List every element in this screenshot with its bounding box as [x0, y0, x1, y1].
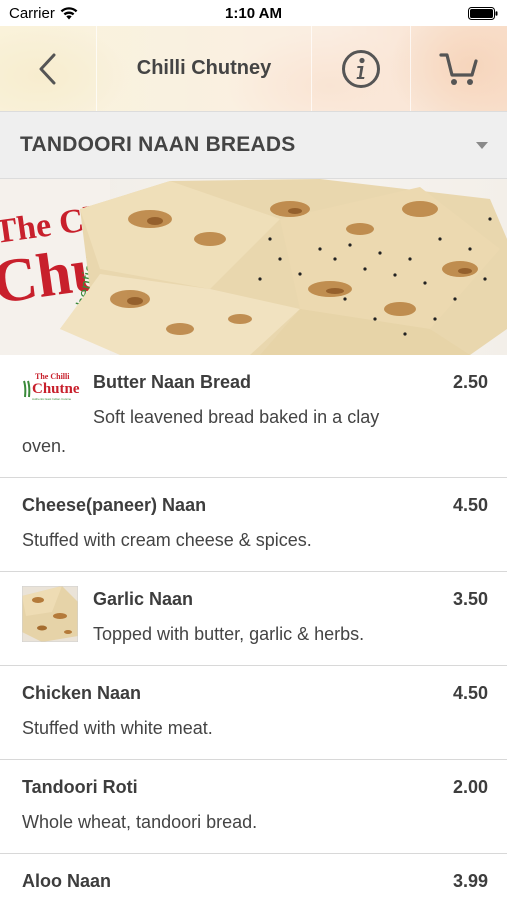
item-thumbnail-photo: [22, 586, 78, 642]
item-description: Stuffed with white meat.: [22, 718, 213, 738]
category-title: TANDOORI NAAN BREADS: [20, 133, 296, 156]
item-name: Garlic Naan: [93, 589, 194, 609]
restaurant-logo: The Chilli Chutne Authentic East Indian …: [23, 372, 80, 401]
item-description: Stuffed with cream cheese & spices.: [22, 530, 312, 550]
category-selector[interactable]: TANDOORI NAAN BREADS: [0, 111, 507, 179]
cart-icon: [439, 52, 478, 85]
menu-item[interactable]: The Chilli Chutne Authentic East Indian …: [0, 355, 507, 478]
menu-item[interactable]: Aloo Naan 3.99: [0, 854, 507, 900]
category-banner-image: The Chilli Chutne Authentic E: [0, 179, 507, 355]
item-price: 4.50: [452, 683, 488, 703]
naan-banner-illustration: The Chilli Chutne Authentic E: [0, 179, 507, 355]
info-button[interactable]: [312, 26, 411, 111]
item-price: 3.50: [452, 589, 488, 609]
thumb-logo-main: Chutne: [32, 381, 80, 397]
page-title: Chilli Chutney: [136, 57, 272, 79]
item-name: Tandoori Roti: [22, 777, 138, 797]
battery-icon: [468, 7, 498, 20]
item-price: 3.99: [452, 871, 488, 891]
item-price: 4.50: [452, 495, 488, 515]
menu-item[interactable]: Chicken Naan 4.50 Stuffed with white mea…: [0, 666, 507, 760]
item-thumbnail-logo: The Chilli Chutne Authentic East Indian …: [22, 369, 82, 403]
item-description: Whole wheat, tandoori bread.: [22, 812, 258, 832]
naan-thumbnail: [22, 586, 78, 642]
item-name: Cheese(paneer) Naan: [22, 495, 207, 515]
info-icon: [342, 49, 380, 88]
item-description-cont: oven.: [22, 436, 67, 456]
item-name: Butter Naan Bread: [93, 372, 252, 392]
status-bar: Carrier 1:10 AM: [0, 0, 507, 26]
menu-item[interactable]: Cheese(paneer) Naan 4.50 Stuffed with cr…: [0, 478, 507, 572]
menu-item-list: The Chilli Chutne Authentic East Indian …: [0, 355, 507, 900]
thumb-logo-top: The Chilli: [35, 372, 70, 381]
menu-item[interactable]: Tandoori Roti 2.00 Whole wheat, tandoori…: [0, 760, 507, 854]
caret-down-icon: [476, 142, 488, 149]
item-name: Chicken Naan: [22, 683, 142, 703]
menu-item[interactable]: Garlic Naan 3.50 Topped with butter, gar…: [0, 572, 507, 666]
header-title-container: Chilli Chutney: [97, 26, 312, 111]
app-header: Chilli Chutney: [0, 26, 507, 111]
status-time: 1:10 AM: [225, 5, 282, 22]
item-name: Aloo Naan: [22, 871, 112, 891]
item-price: 2.00: [452, 777, 488, 797]
item-price: 2.50: [452, 372, 488, 392]
thumb-logo-sub: Authentic East Indian Cuisine: [32, 397, 72, 401]
item-description: Topped with butter, garlic & herbs.: [93, 624, 365, 644]
cart-button[interactable]: [411, 26, 507, 111]
back-button[interactable]: [0, 26, 97, 111]
item-description: Soft leavened bread baked in a clay: [93, 407, 380, 427]
chevron-left-icon: [39, 53, 56, 84]
